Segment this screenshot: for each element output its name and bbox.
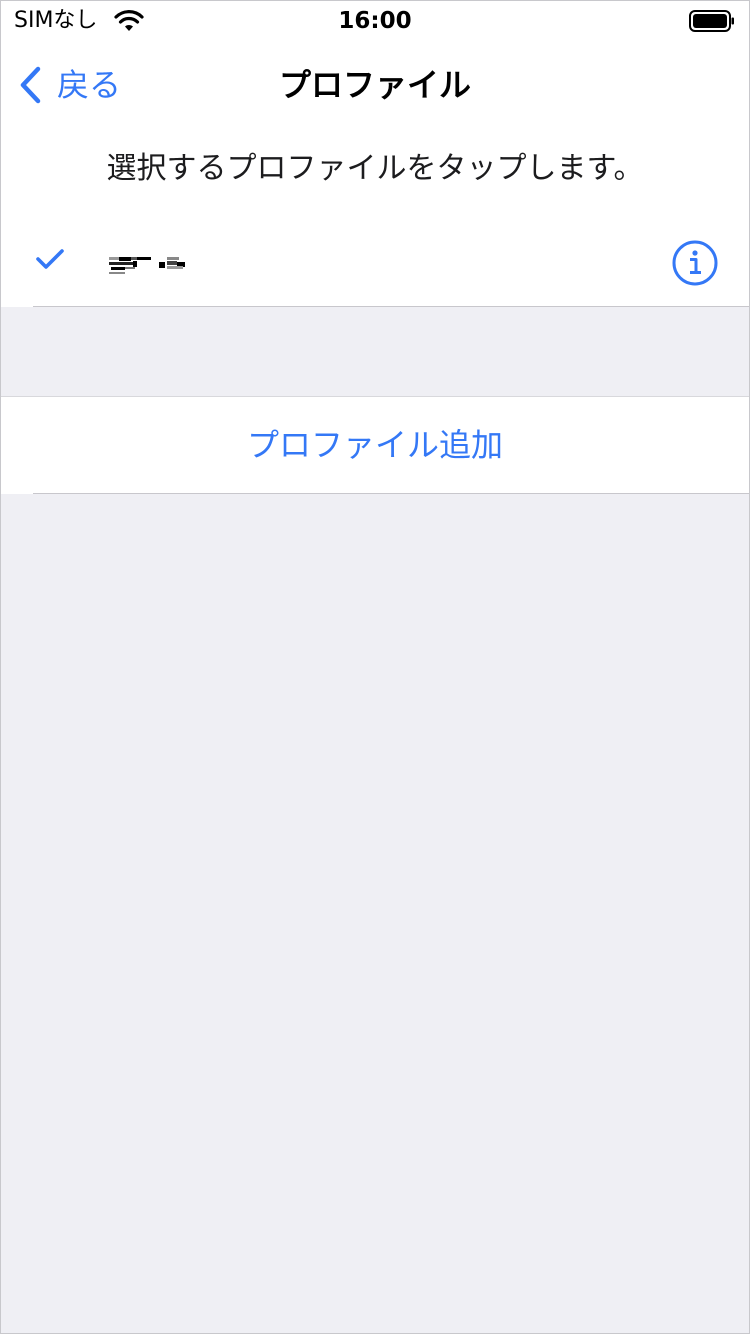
profile-row[interactable]	[1, 215, 749, 307]
status-time: 16:00	[338, 8, 412, 34]
row-divider	[33, 493, 749, 494]
info-circle-icon[interactable]	[671, 239, 719, 287]
battery-icon	[689, 10, 734, 32]
navigation-bar: 戻る プロファイル	[1, 41, 749, 129]
screen: SIMなし 16:00 戻る プロファイル 選択するプロファイルをタップします。	[0, 0, 750, 1334]
profile-name-redacted	[109, 257, 185, 274]
add-profile-section: プロファイル追加	[1, 396, 749, 494]
add-profile-button[interactable]: プロファイル追加	[1, 397, 749, 493]
status-bar: SIMなし 16:00	[1, 1, 749, 41]
checkmark-icon	[36, 249, 64, 269]
page-title: プロファイル	[278, 66, 471, 104]
instruction-text: 選択するプロファイルをタップします。	[106, 151, 644, 186]
profile-list-section: 選択するプロファイルをタップします。	[1, 129, 749, 307]
row-divider	[33, 306, 749, 307]
